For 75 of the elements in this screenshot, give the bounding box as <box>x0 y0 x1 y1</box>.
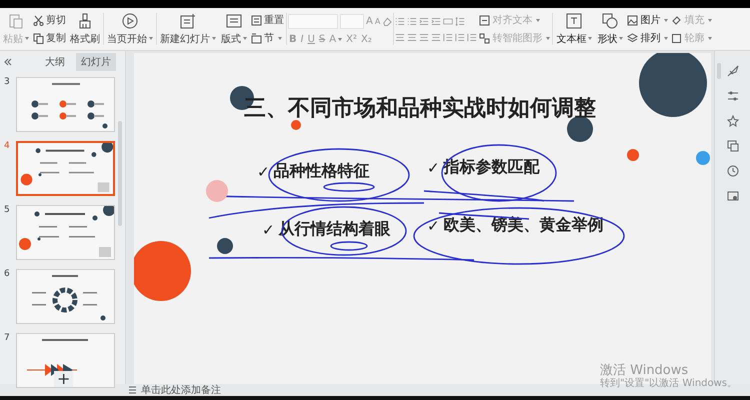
add-slide-button[interactable]: + <box>54 371 74 387</box>
text-direction-icon[interactable] <box>443 16 454 26</box>
circle-shape <box>291 120 301 130</box>
bullet-text: 欧美、镑美、黄金举例 <box>444 215 604 236</box>
text-box-button[interactable]: 文本框 <box>554 10 594 48</box>
layout-icon <box>226 12 242 28</box>
star-icon[interactable] <box>726 115 738 127</box>
spacing-icon[interactable] <box>443 32 454 42</box>
align-icon[interactable] <box>407 32 418 42</box>
clock-icon[interactable] <box>726 165 738 177</box>
image-icon[interactable] <box>726 190 738 202</box>
reset-icon <box>251 14 262 26</box>
indent-icon[interactable] <box>419 16 430 26</box>
font-name-field[interactable] <box>288 14 338 28</box>
slide-number: 7 <box>4 333 11 343</box>
format-painter-button[interactable]: 格式刷 <box>68 10 102 48</box>
sliders-icon[interactable] <box>726 90 738 102</box>
play-icon <box>122 12 138 28</box>
new-slide-button[interactable]: 新建幻灯片 <box>158 10 218 48</box>
play-from-current-button[interactable]: 当页开始 <box>105 10 155 48</box>
list-icon[interactable] <box>395 16 406 26</box>
check-mark: ✓ <box>257 162 270 180</box>
slide-title: 三、不同市场和品种实战时如何调整 <box>244 94 596 123</box>
fill-icon <box>671 14 682 26</box>
align-icon[interactable] <box>419 32 430 42</box>
list-icon[interactable] <box>407 16 418 26</box>
slide-number: 3 <box>4 77 11 87</box>
circle-shape <box>217 238 233 254</box>
picture-button[interactable]: 图片 <box>626 13 670 27</box>
layers-icon <box>627 32 638 44</box>
align-icon[interactable] <box>395 32 406 42</box>
activation-title: 激活 Windows <box>600 364 690 378</box>
slide-number: 4 <box>4 141 11 151</box>
align-icon[interactable] <box>431 32 442 42</box>
spacing-icon[interactable] <box>467 32 478 42</box>
outline-icon <box>671 32 682 44</box>
check-mark: ✓ <box>262 220 275 238</box>
shape-button[interactable]: 形状 <box>595 10 626 48</box>
spacing-icon[interactable] <box>455 32 466 42</box>
scissors-icon <box>33 14 44 26</box>
eraser-icon[interactable] <box>382 16 392 26</box>
copy-icon[interactable] <box>726 140 738 152</box>
check-mark: ✓ <box>427 216 440 234</box>
indent-icon[interactable] <box>431 16 442 26</box>
new-slide-icon <box>180 12 196 28</box>
copy-icon <box>33 32 44 44</box>
cut-button[interactable]: 剪切 <box>32 13 67 27</box>
reset-button[interactable]: 重置 <box>250 13 285 27</box>
check-mark: ✓ <box>427 158 440 176</box>
collapse-icon[interactable] <box>4 58 12 66</box>
activation-message: 转到"设置"以激活 Windows。 <box>600 378 738 390</box>
font-size-field[interactable] <box>340 14 364 28</box>
circle-shape <box>627 149 639 161</box>
shapes-icon <box>602 12 618 28</box>
image-icon <box>627 14 638 26</box>
bullet-text: 指标参数匹配 <box>444 157 540 178</box>
slide-number: 6 <box>4 269 11 279</box>
arrange-button[interactable]: 排列 <box>626 31 670 45</box>
slide-number: 5 <box>4 205 11 215</box>
text-box-icon <box>566 12 582 28</box>
copy-button[interactable]: 复制 <box>32 31 67 45</box>
layout-button[interactable]: 版式 <box>219 10 249 48</box>
panel-tab[interactable]: 大纲 <box>40 53 70 71</box>
section-button[interactable]: 节 <box>250 31 285 45</box>
bullet-text: 品种性格特征 <box>274 161 370 182</box>
notes-placeholder[interactable]: 单击此处添加备注 <box>141 383 221 397</box>
line-spacing-icon[interactable] <box>455 16 466 26</box>
align-text-icon <box>479 14 490 26</box>
notes-icon[interactable] <box>128 386 137 394</box>
clipboard-icon <box>8 12 24 28</box>
panel-tab[interactable]: 幻灯片 <box>76 53 116 71</box>
smart-graphic-icon <box>479 32 490 44</box>
section-icon <box>251 32 262 44</box>
brush-icon <box>77 12 93 28</box>
pointer-highlight-icon <box>206 180 228 202</box>
